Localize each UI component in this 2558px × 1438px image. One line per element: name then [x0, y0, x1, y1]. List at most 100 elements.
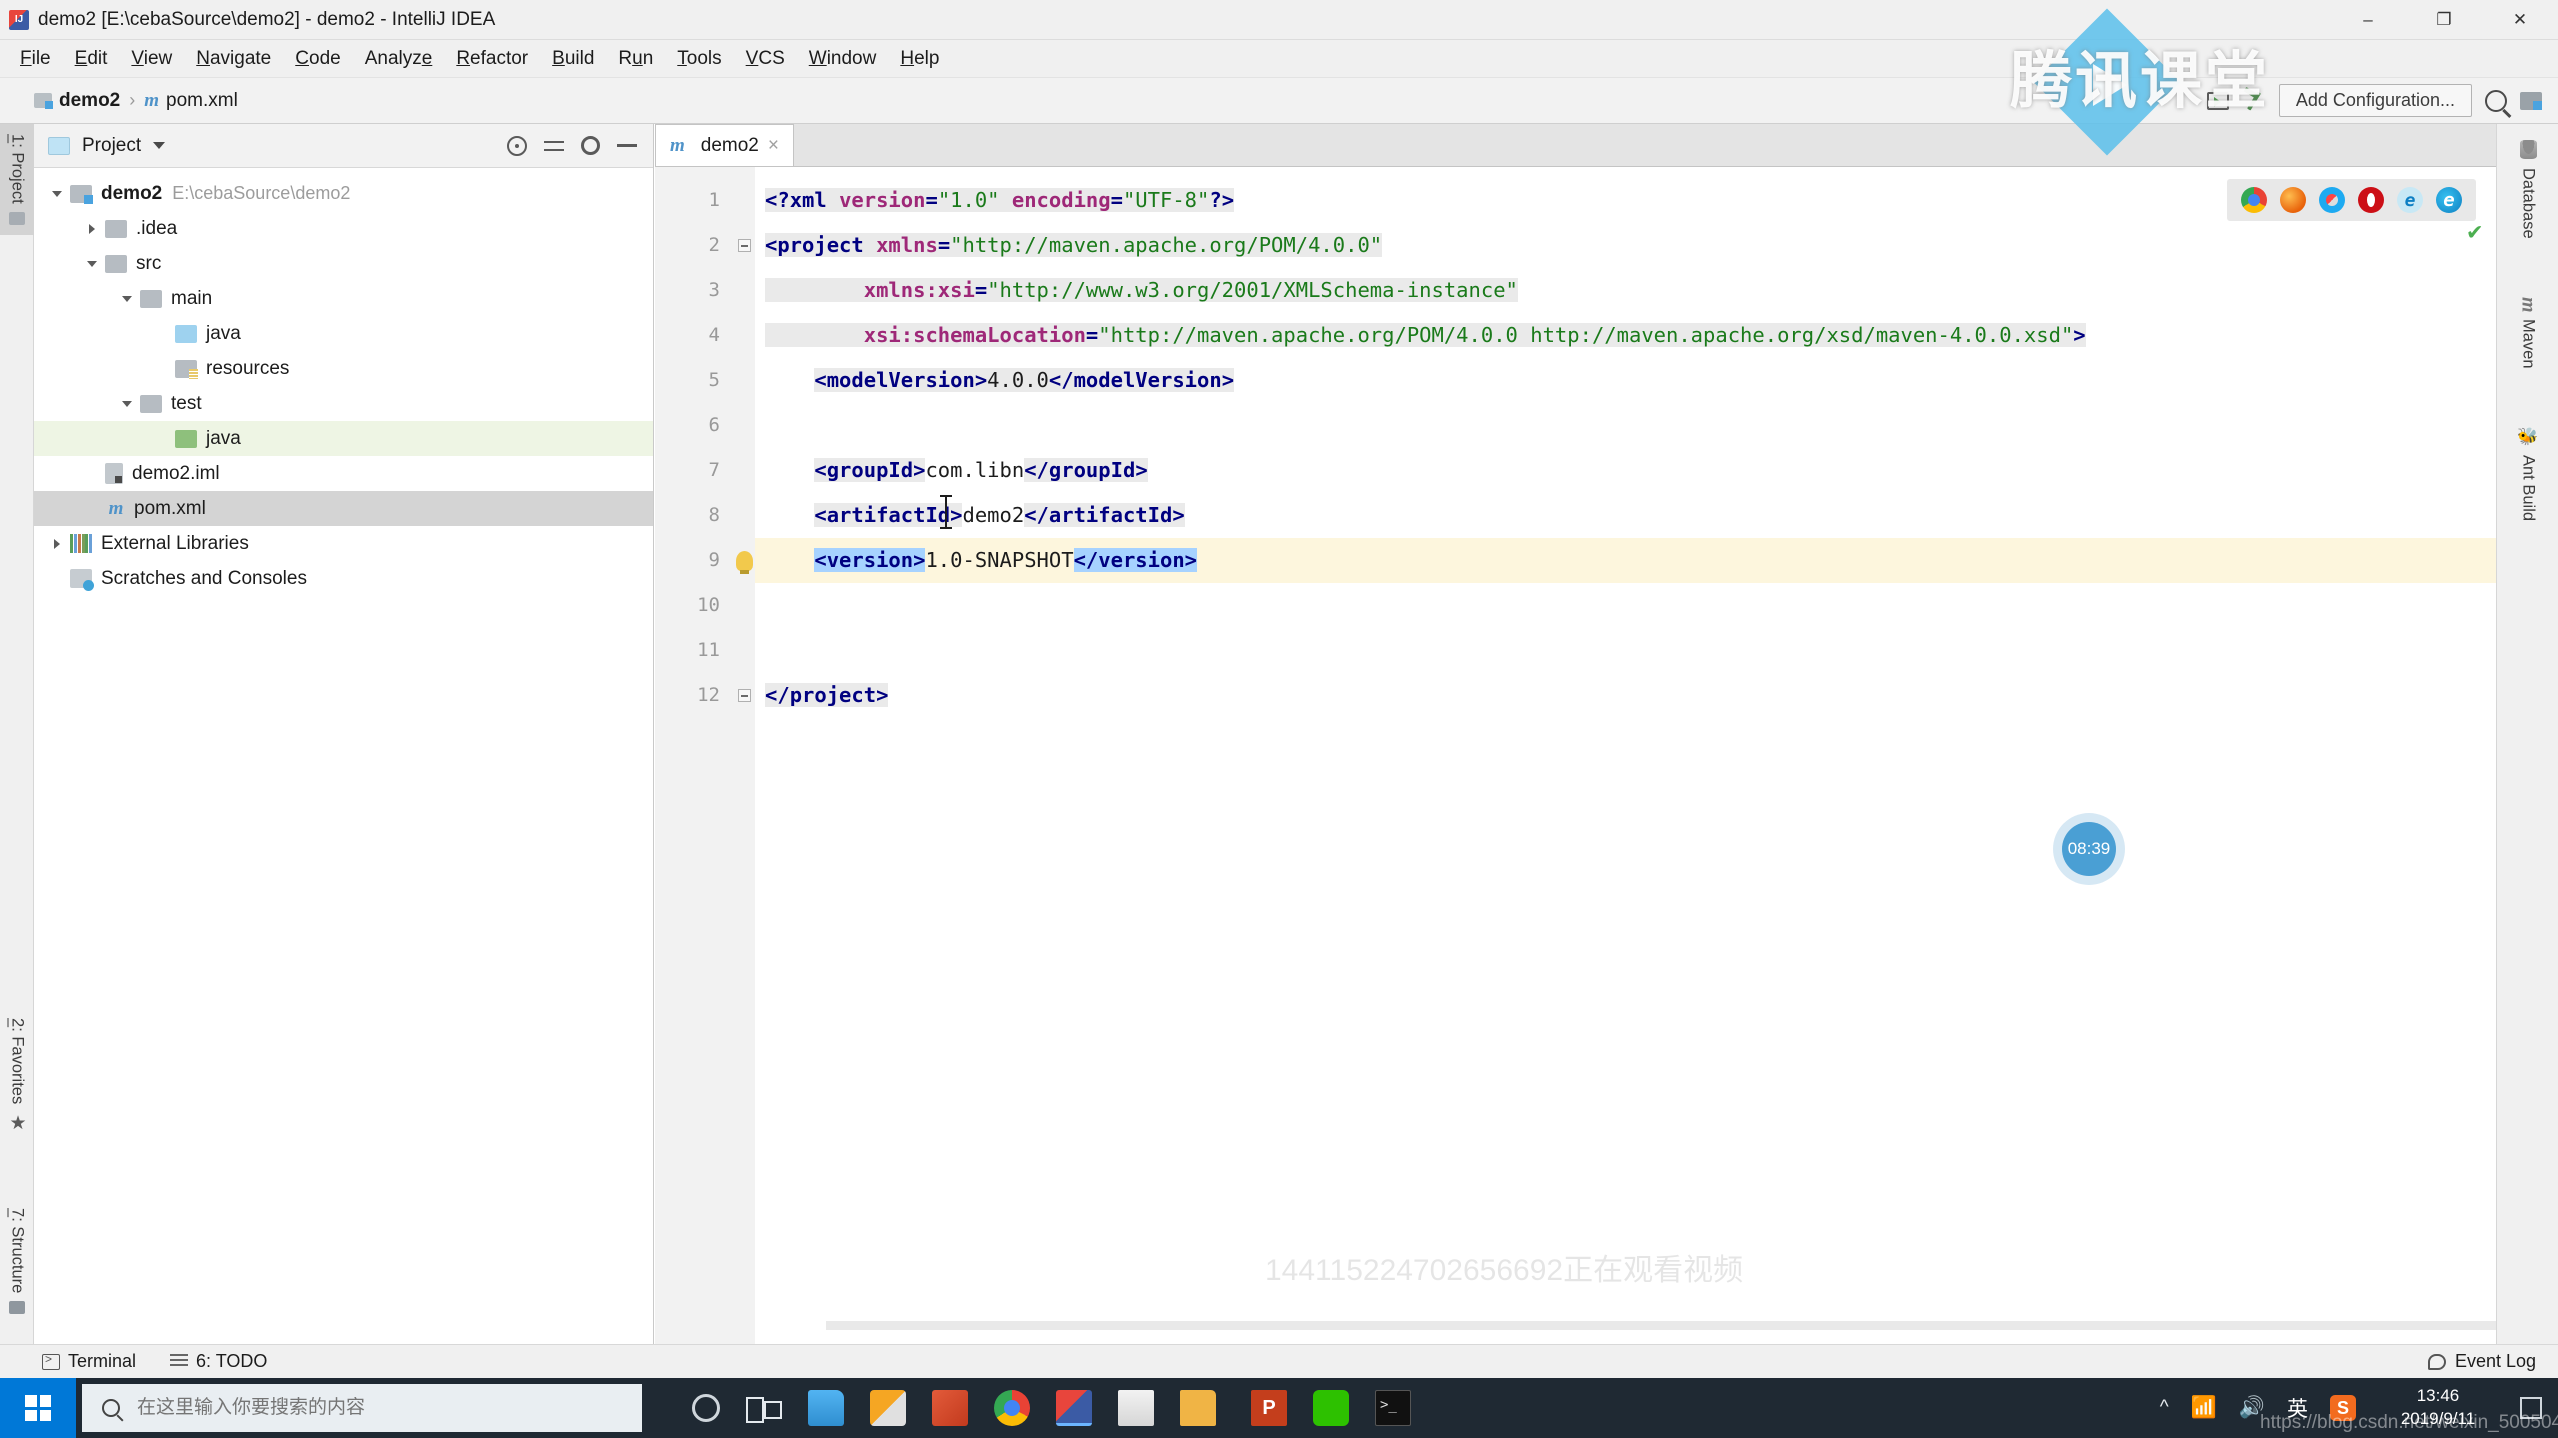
- sidebar-tab-ant-build[interactable]: 🐝 Ant Build: [2497, 421, 2558, 527]
- wifi-icon[interactable]: 📶: [2191, 1396, 2217, 1420]
- sidebar-tab-structure[interactable]: 7: Structure: [0, 1198, 34, 1324]
- show-hidden-icons-icon[interactable]: ^: [2160, 1397, 2169, 1419]
- tree-item-scratches-and-consoles[interactable]: Scratches and Consoles: [34, 561, 653, 596]
- chrome-icon[interactable]: [2241, 187, 2267, 213]
- fold-marker-project-close[interactable]: [733, 673, 755, 718]
- tree-item-java[interactable]: java: [34, 421, 653, 456]
- edge-icon[interactable]: [2436, 187, 2462, 213]
- menu-help[interactable]: Help: [888, 45, 951, 73]
- build-hammer-icon[interactable]: [2242, 89, 2266, 113]
- editor-tab-pom[interactable]: m demo2 ×: [655, 124, 794, 166]
- folder-icon[interactable]: [1180, 1390, 1216, 1426]
- start-button[interactable]: [0, 1378, 76, 1438]
- firefox-icon[interactable]: [2280, 187, 2306, 213]
- hide-panel-icon[interactable]: [617, 144, 637, 147]
- search-icon[interactable]: [2485, 89, 2507, 112]
- taskbar-search-box[interactable]: [82, 1384, 642, 1432]
- close-icon[interactable]: ×: [768, 135, 779, 157]
- tree-item-external-libraries[interactable]: External Libraries: [34, 526, 653, 561]
- breadcrumb-project[interactable]: demo2: [59, 90, 120, 112]
- opera-icon[interactable]: [2358, 187, 2384, 213]
- chevron-down-icon[interactable]: [153, 142, 166, 149]
- tree-item-java[interactable]: java: [34, 316, 653, 351]
- folder-icon: [140, 394, 162, 413]
- sidebar-tab-database[interactable]: Database: [2497, 134, 2558, 245]
- task-view-icon[interactable]: [746, 1390, 782, 1426]
- chevron-down-icon[interactable]: [118, 290, 136, 308]
- tree-item-demo2-iml[interactable]: demo2.iml: [34, 456, 653, 491]
- safari-icon[interactable]: [2319, 187, 2345, 213]
- command-prompt-icon[interactable]: [1375, 1390, 1411, 1426]
- project-structure-icon[interactable]: [2520, 91, 2542, 110]
- menu-edit[interactable]: Edit: [63, 45, 120, 73]
- code-line-7: <groupId>com.libn</groupId>: [814, 458, 1148, 482]
- tree-item-main[interactable]: main: [34, 281, 653, 316]
- tree-item-label: External Libraries: [101, 532, 249, 554]
- editor-tab-label: demo2: [700, 134, 759, 156]
- fold-gutter: [733, 167, 755, 1344]
- bottom-tab-terminal[interactable]: Terminal: [42, 1351, 136, 1372]
- menu-analyze[interactable]: Analyze: [353, 45, 445, 73]
- menu-vcs[interactable]: VCS: [734, 45, 797, 73]
- menu-view[interactable]: View: [119, 45, 184, 73]
- powerpoint-icon[interactable]: [1251, 1390, 1287, 1426]
- tree-item-demo2[interactable]: demo2 E:\cebaSource\demo2: [34, 176, 653, 211]
- chevron-right-icon[interactable]: [48, 535, 66, 553]
- star-icon: ★: [7, 1112, 28, 1134]
- chevron-right-icon[interactable]: [83, 220, 101, 238]
- taskbar-clock[interactable]: 13:46 2019/9/11: [2378, 1385, 2498, 1431]
- chevron-down-icon[interactable]: [48, 185, 66, 203]
- microsoft-store-icon[interactable]: [870, 1390, 906, 1426]
- sidebar-tab-project[interactable]: 1: Project: [0, 124, 34, 235]
- tree-item-resources[interactable]: resources: [34, 351, 653, 386]
- horizontal-scrollbar[interactable]: [826, 1321, 2496, 1330]
- tree-item-idea[interactable]: .idea: [34, 211, 653, 246]
- menu-build[interactable]: Build: [540, 45, 606, 73]
- tree-item-src[interactable]: src: [34, 246, 653, 281]
- tree-item-test[interactable]: test: [34, 386, 653, 421]
- internet-explorer-icon[interactable]: [2397, 187, 2423, 213]
- windows-logo-icon: [25, 1395, 51, 1421]
- notepad-icon[interactable]: [1118, 1390, 1154, 1426]
- bottom-tab-todo[interactable]: 6: TODO: [170, 1351, 267, 1372]
- menu-code[interactable]: Code: [283, 45, 352, 73]
- menu-window[interactable]: Window: [797, 45, 889, 73]
- inspection-status-icon[interactable]: ✔: [2468, 217, 2482, 245]
- intention-bulb-icon[interactable]: [733, 538, 755, 583]
- sogou-input-icon[interactable]: [2330, 1395, 2356, 1421]
- sidebar-tab-maven[interactable]: m Maven: [2497, 291, 2558, 375]
- menu-tools[interactable]: Tools: [665, 45, 733, 73]
- close-button[interactable]: ✕: [2482, 0, 2558, 40]
- test-source-folder-icon: [175, 429, 197, 448]
- menu-run[interactable]: Run: [606, 45, 665, 73]
- external-libraries-icon: [70, 534, 92, 553]
- menu-file[interactable]: File: [8, 45, 63, 73]
- tree-item-pom-xml[interactable]: m pom.xml: [34, 491, 653, 526]
- maximize-button[interactable]: ❐: [2406, 0, 2482, 40]
- collapse-all-icon[interactable]: [544, 138, 564, 154]
- scroll-from-source-icon[interactable]: [507, 135, 527, 156]
- chevron-down-icon[interactable]: [118, 395, 136, 413]
- volume-icon[interactable]: 🔊: [2239, 1396, 2265, 1420]
- chrome-icon[interactable]: [994, 1390, 1030, 1426]
- run-configuration-icon[interactable]: [2206, 91, 2229, 110]
- add-configuration-button[interactable]: Add Configuration...: [2278, 84, 2472, 117]
- search-input[interactable]: [137, 1397, 577, 1419]
- code-editor[interactable]: <?xml version="1.0" encoding="UTF-8"?> <…: [755, 167, 2496, 1344]
- bottom-tab-event-log[interactable]: Event Log: [2427, 1351, 2558, 1372]
- wechat-icon[interactable]: [1313, 1390, 1349, 1426]
- cortana-icon[interactable]: [692, 1394, 720, 1422]
- chevron-down-icon[interactable]: [83, 255, 101, 273]
- minimize-button[interactable]: –: [2330, 0, 2406, 40]
- notifications-icon[interactable]: [2520, 1397, 2542, 1419]
- fold-marker-project-open[interactable]: [733, 223, 755, 268]
- menu-refactor[interactable]: Refactor: [444, 45, 540, 73]
- intellij-idea-taskbar-icon[interactable]: [1056, 1390, 1092, 1426]
- file-explorer-icon[interactable]: [808, 1390, 844, 1426]
- pdf-reader-icon[interactable]: [932, 1390, 968, 1426]
- sidebar-tab-favorites[interactable]: 2: Favorites ★: [0, 1008, 34, 1144]
- gear-icon[interactable]: [581, 136, 600, 155]
- menu-navigate[interactable]: Navigate: [184, 45, 283, 73]
- ime-indicator[interactable]: 英: [2287, 1393, 2308, 1423]
- breadcrumb-file[interactable]: pom.xml: [166, 90, 238, 112]
